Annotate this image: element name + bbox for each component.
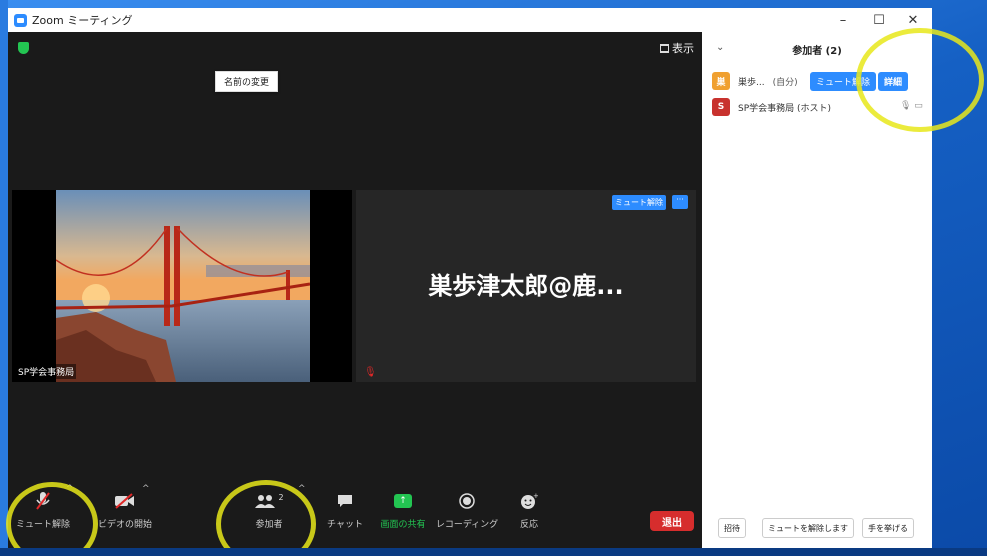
share-screen-label: 画面の共有	[380, 520, 426, 530]
window-title: Zoom ミーティング	[32, 14, 133, 27]
share-screen-icon: ↑	[394, 494, 412, 508]
highlight-circle-rename	[856, 28, 984, 132]
record-label: レコーディング	[435, 520, 499, 530]
start-video-label: ビデオの開始	[97, 520, 152, 530]
reaction-smiley-icon: +	[494, 490, 564, 512]
rename-menu-item[interactable]: 名前の変更	[215, 71, 279, 92]
start-video-button[interactable]: ビデオの開始	[90, 490, 160, 530]
golden-gate-bridge-image	[56, 190, 310, 382]
minimize-button[interactable]: –	[828, 10, 858, 30]
zoom-app-icon	[14, 13, 27, 27]
reactions-button[interactable]: + 反応	[494, 490, 564, 530]
panel-footer: 招待 ミュートを解除します 手を挙げる	[702, 518, 932, 540]
tile-host-name: SP学会事務局	[16, 364, 77, 379]
video-options-caret[interactable]: ^	[142, 484, 150, 494]
taskbar	[0, 548, 987, 556]
video-tile-self[interactable]: ミュート解除 ··· 巣歩津太郎@鹿... 🎙	[356, 190, 696, 382]
desktop-edge	[0, 0, 8, 556]
tile-unmute-button[interactable]: ミュート解除	[612, 195, 666, 210]
close-button[interactable]: ✕	[898, 10, 928, 30]
video-area: 表示 SP学会事務局 ミュート解除 ··· 巣歩津太郎@鹿... 🎙 ミュート解…	[8, 32, 702, 548]
record-icon	[432, 490, 502, 512]
grid-icon	[660, 43, 669, 53]
view-button[interactable]: 表示	[660, 40, 694, 56]
record-button[interactable]: レコーディング	[432, 490, 502, 530]
security-shield-icon[interactable]	[18, 42, 29, 54]
invite-button[interactable]: 招待	[718, 518, 746, 538]
muted-mic-icon: 🎙	[364, 367, 377, 378]
zoom-window: Zoom ミーティング – ☐ ✕ 表示 SP学会事務局 ミュート解除 ··· …	[8, 8, 932, 548]
unmute-all-button[interactable]: ミュートを解除します	[762, 518, 854, 538]
leave-button[interactable]: 退出	[650, 511, 694, 531]
tile-more-button[interactable]: ···	[672, 195, 688, 209]
view-label: 表示	[672, 42, 694, 55]
participant-self-tag: (自分)	[772, 77, 798, 88]
reactions-label: 反応	[519, 520, 538, 530]
participant-name: SP学会事務局 (ホスト)	[738, 103, 832, 114]
video-tile-host[interactable]: SP学会事務局	[12, 190, 352, 382]
tile-self-name: 巣歩津太郎@鹿...	[428, 272, 624, 300]
participant-name: 巣歩...	[738, 77, 765, 88]
title-bar: Zoom ミーティング – ☐ ✕	[8, 8, 932, 32]
avatar: S	[712, 98, 730, 116]
share-screen-icon-wrap: ↑	[368, 490, 438, 512]
svg-text:+: +	[533, 492, 538, 500]
highlight-circle-mic	[6, 482, 98, 556]
raise-hand-button[interactable]: 手を挙げる	[862, 518, 914, 538]
avatar: 巣	[712, 72, 730, 90]
share-screen-button[interactable]: ↑ 画面の共有	[368, 490, 438, 530]
maximize-button[interactable]: ☐	[864, 10, 894, 30]
meeting-toolbar: ミュート解除 ^ ビデオの開始 ^ 2 参加者 ^ チャット ↑ 画面の共有 レ…	[8, 478, 702, 548]
